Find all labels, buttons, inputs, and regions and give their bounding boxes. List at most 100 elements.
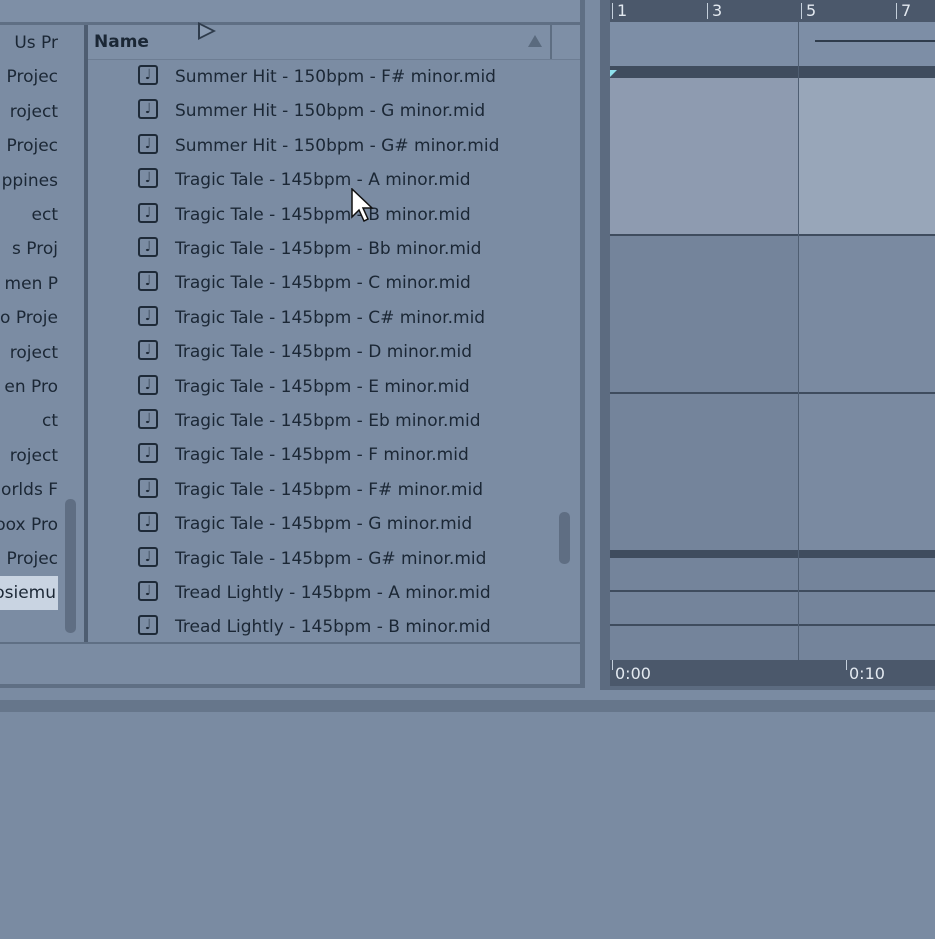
track-lane-highlight: [798, 236, 935, 392]
locator-bar[interactable]: [610, 66, 935, 78]
track-separator[interactable]: [610, 550, 935, 558]
file-row[interactable]: ♩ Tragic Tale - 145bpm - Eb minor.mid: [88, 404, 558, 438]
arrangement-view: 1 3 5 7 0:00 0:10: [600, 0, 935, 690]
file-row[interactable]: ♩ Summer Hit - 150bpm - G# minor.mid: [88, 129, 558, 163]
file-row[interactable]: ♩ Tragic Tale - 145bpm - Bb minor.mid: [88, 232, 558, 266]
return-track-lane[interactable]: [610, 592, 935, 624]
file-list[interactable]: Name ♩ Summer Hit - 150bpm - F# minor.mid…: [88, 25, 580, 642]
file-name: Tragic Tale - 145bpm - Bb minor.mid: [175, 239, 482, 259]
music-note-icon: ♩: [138, 477, 158, 498]
music-note-icon: ♩: [138, 305, 158, 326]
places-item[interactable]: Us Pr: [14, 26, 58, 60]
track-lane-highlight: [798, 78, 935, 234]
playhead-line: [798, 22, 799, 660]
name-column-header[interactable]: Name: [88, 25, 580, 60]
loop-brace-line: [815, 40, 935, 42]
bar-tick: [801, 3, 802, 19]
places-scrollbar[interactable]: [65, 499, 76, 633]
places-item[interactable]: ect: [32, 198, 58, 232]
mouse-cursor-icon: [351, 188, 374, 223]
file-name: Tragic Tale - 145bpm - F# minor.mid: [175, 479, 483, 500]
places-item[interactable]: Projec: [7, 60, 59, 94]
places-item[interactable]: orlds F: [1, 473, 58, 507]
places-item[interactable]: osiemu: [0, 576, 58, 611]
places-item[interactable]: roject: [10, 336, 58, 370]
file-row[interactable]: ♩ Tragic Tale - 145bpm - G# minor.mid: [88, 542, 558, 576]
places-item[interactable]: ppines: [2, 164, 58, 198]
places-item[interactable]: o Proje: [0, 301, 58, 335]
file-row[interactable]: ♩ Tread Lightly - 145bpm - B minor.mid: [88, 610, 558, 642]
time-tick: [846, 660, 847, 670]
bar-number-label: 3: [712, 1, 723, 20]
panel-edge: [0, 700, 935, 712]
time-label: 0:10: [849, 664, 885, 683]
track-lane-highlight: [798, 394, 935, 550]
music-note-icon: ♩: [138, 374, 158, 395]
browser-content: Us Pr Projec roject Projec ppines ect s Proj me…: [0, 25, 580, 642]
file-row[interactable]: ♩ Summer Hit - 150bpm - G minor.mid: [88, 94, 558, 128]
file-name: Tragic Tale - 145bpm - Eb minor.mid: [175, 411, 481, 431]
file-name: Tragic Tale - 145bpm - G minor.mid: [175, 514, 473, 535]
column-separator[interactable]: [550, 25, 552, 59]
file-row[interactable]: ♩ Tragic Tale - 145bpm - D minor.mid: [88, 335, 558, 369]
places-item[interactable]: Projec: [7, 542, 59, 576]
music-note-icon: ♩: [138, 340, 158, 361]
places-item[interactable]: roject: [10, 95, 58, 129]
file-row[interactable]: ♩ Tragic Tale - 145bpm - A minor.mid: [88, 163, 558, 197]
time-ruler[interactable]: 0:00 0:10: [610, 660, 935, 686]
file-row[interactable]: ♩ Tragic Tale - 145bpm - F# minor.mid: [88, 473, 558, 507]
sort-ascending-icon[interactable]: [528, 35, 542, 47]
browser-footer: [0, 644, 580, 684]
file-name: Tragic Tale - 145bpm - G# minor.mid: [175, 548, 487, 569]
file-name: Summer Hit - 150bpm - G# minor.mid: [175, 135, 500, 156]
places-item[interactable]: en Pro: [4, 370, 58, 404]
music-note-icon: ♩: [138, 409, 158, 429]
music-note-icon: ♩: [138, 202, 158, 223]
file-row[interactable]: ♩ Tragic Tale - 145bpm - B minor.mid: [88, 198, 558, 232]
bar-tick: [707, 3, 708, 19]
master-track-lane[interactable]: [610, 626, 935, 660]
file-name: Tread Lightly - 145bpm - B minor.mid: [175, 617, 491, 638]
file-name: Tragic Tale - 145bpm - C minor.mid: [175, 273, 471, 294]
file-row[interactable]: ♩ Tragic Tale - 145bpm - C minor.mid: [88, 266, 558, 300]
music-note-icon: ♩: [138, 581, 158, 601]
bar-number-label: 1: [617, 1, 628, 20]
places-item[interactable]: oox Pro: [0, 508, 58, 542]
bar-number-label: 5: [806, 1, 817, 20]
browser-panel: Us Pr Projec roject Projec ppines ect s Proj me…: [0, 0, 585, 688]
bar-ruler[interactable]: 1 3 5 7: [610, 0, 935, 22]
file-list-scrollbar[interactable]: [559, 512, 570, 564]
file-name: Summer Hit - 150bpm - G minor.mid: [175, 101, 486, 122]
music-note-icon: ♩: [138, 271, 158, 292]
file-row[interactable]: ♩ Summer Hit - 150bpm - F# minor.mid: [88, 60, 558, 94]
file-name: Tragic Tale - 145bpm - C# minor.mid: [175, 307, 486, 328]
file-name: Tragic Tale - 145bpm - D minor.mid: [175, 342, 473, 363]
places-item[interactable]: roject: [10, 439, 58, 473]
bar-tick: [612, 3, 613, 19]
bar-tick: [896, 3, 897, 19]
music-note-icon: ♩: [138, 512, 158, 533]
start-marker-icon[interactable]: [610, 70, 617, 77]
places-item[interactable]: men P: [5, 267, 58, 301]
time-tick: [612, 660, 613, 670]
file-name: Tragic Tale - 145bpm - E minor.mid: [175, 376, 470, 397]
file-row[interactable]: ♩ Tragic Tale - 145bpm - E minor.mid: [88, 370, 558, 404]
file-row[interactable]: ♩ Tragic Tale - 145bpm - F minor.mid: [88, 438, 558, 472]
loop-flag-fill: [200, 25, 212, 37]
file-name: Tread Lightly - 145bpm - A minor.mid: [175, 583, 491, 603]
file-name: Tragic Tale - 145bpm - B minor.mid: [175, 204, 471, 225]
file-row[interactable]: ♩ Tragic Tale - 145bpm - C# minor.mid: [88, 301, 558, 335]
file-row[interactable]: ♩ Tragic Tale - 145bpm - G minor.mid: [88, 507, 558, 541]
file-row[interactable]: ♩ Tread Lightly - 145bpm - A minor.mid: [88, 576, 558, 610]
music-note-icon: ♩: [138, 443, 158, 464]
places-item[interactable]: ct: [42, 404, 58, 438]
return-track-lane[interactable]: [610, 558, 935, 590]
loop-strip[interactable]: [610, 22, 935, 66]
music-note-icon: ♩: [138, 615, 158, 636]
music-note-icon: ♩: [138, 133, 158, 154]
places-item[interactable]: s Proj: [12, 232, 58, 266]
music-note-icon: ♩: [138, 237, 158, 257]
music-note-icon: ♩: [138, 99, 158, 120]
file-name: Summer Hit - 150bpm - F# minor.mid: [175, 67, 496, 87]
places-item[interactable]: Projec: [7, 129, 59, 163]
